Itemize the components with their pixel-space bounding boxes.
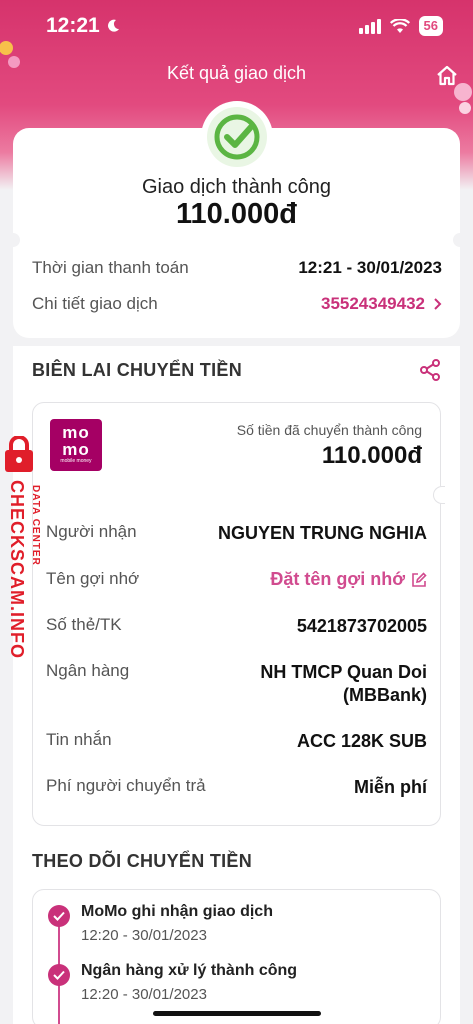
moon-icon: [107, 19, 119, 32]
bank-value: NH TMCP Quan Doi (MBBank): [260, 661, 427, 707]
bank-row: Ngân hàng NH TMCP Quan Doi (MBBank): [46, 661, 427, 707]
bank-short-name: (MBBank): [343, 685, 427, 705]
bank-name: NH TMCP Quan Doi: [260, 662, 427, 682]
fee-value: Miễn phí: [354, 777, 427, 797]
success-check-icon: [207, 107, 267, 167]
momo-logo-text: mo mo: [62, 423, 90, 459]
card-notch: [6, 233, 20, 247]
page-title: Kết quả giao dịch: [166, 63, 307, 83]
step-complete-icon: [48, 905, 70, 927]
transaction-detail-label: Chi tiết giao dịch: [32, 294, 158, 313]
home-indicator[interactable]: [153, 1011, 321, 1016]
message-row: Tin nhắn ACC 128K SUB: [46, 730, 427, 753]
status-time: 12:21: [46, 14, 120, 38]
payment-time-label: Thời gian thanh toán: [32, 258, 189, 277]
recipient-value: NGUYEN TRUNG NGHIA: [217, 523, 427, 543]
set-nickname-button[interactable]: Đặt tên gợi nhớ: [270, 569, 427, 590]
share-icon[interactable]: [418, 358, 442, 382]
transaction-id-link[interactable]: 35524349432: [321, 294, 442, 314]
status-bar: 12:21 56: [0, 0, 473, 52]
account-row: Số thẻ/TK 5421873702005: [46, 615, 427, 638]
sent-amount-value: 110.000đ: [321, 442, 422, 469]
recipient-label: Người nhận: [46, 522, 137, 541]
tracking-step-title: Ngân hàng xử lý thành công: [81, 962, 298, 979]
cellular-signal-icon: [358, 18, 381, 34]
payment-time-row: Thời gian thanh toán 12:21 - 30/01/2023: [32, 258, 442, 278]
step-complete-icon: [48, 964, 70, 986]
receipt-notch: [433, 486, 445, 504]
tracking-section-header: THEO DÕI CHUYỂN TIỀN: [32, 851, 442, 872]
fee-label: Phí người chuyển trả: [46, 776, 206, 795]
battery-indicator: 56: [418, 16, 443, 36]
account-value: 5421873702005: [296, 616, 427, 636]
nickname-label: Tên gợi nhớ: [46, 569, 140, 588]
watermark-lock-icon: [5, 436, 33, 472]
momo-logo-subtext: mobile money: [60, 458, 92, 464]
success-badge: [201, 101, 273, 173]
set-nickname-label: Đặt tên gợi nhớ: [270, 569, 405, 589]
transaction-id: 35524349432: [320, 294, 425, 313]
wifi-icon: [389, 18, 410, 33]
account-label: Số thẻ/TK: [46, 615, 122, 634]
chevron-right-icon: [434, 298, 442, 310]
status-indicators: 56: [358, 16, 443, 36]
edit-icon: [412, 571, 427, 587]
recipient-row: Người nhận NGUYEN TRUNG NGHIA: [46, 522, 427, 545]
bank-label: Ngân hàng: [46, 661, 130, 680]
home-icon[interactable]: [435, 64, 459, 88]
card-notch: [453, 233, 467, 247]
receipt-section-header: BIÊN LAI CHUYỂN TIỀN: [32, 358, 442, 382]
momo-logo: mo mo mobile money: [50, 419, 102, 471]
payment-time-value: 12:21 - 30/01/2023: [298, 258, 442, 277]
sent-amount-label: Số tiền đã chuyển thành công: [236, 422, 422, 438]
fee-row: Phí người chuyển trả Miễn phí: [46, 776, 427, 799]
tracking-step-time: 12:20 - 30/01/2023: [81, 986, 207, 1003]
tracking-step-time: 12:20 - 30/01/2023: [81, 927, 207, 944]
clock-text: 12:21: [46, 14, 100, 37]
tracking-step-title: MoMo ghi nhận giao dịch: [81, 903, 273, 920]
message-label: Tin nhắn: [46, 730, 112, 749]
transaction-status: Giao dịch thành công: [141, 176, 332, 198]
nickname-row: Tên gợi nhớ Đặt tên gợi nhớ: [46, 569, 427, 590]
tracking-section-title: THEO DÕI CHUYỂN TIỀN: [32, 851, 253, 871]
message-value: ACC 128K SUB: [296, 731, 427, 751]
receipt-section-title: BIÊN LAI CHUYỂN TIỀN: [32, 359, 243, 380]
transaction-amount: 110.000đ: [176, 198, 297, 230]
watermark-subtext: DATA CENTER: [30, 485, 41, 566]
transaction-detail-row[interactable]: Chi tiết giao dịch 35524349432: [32, 294, 442, 314]
watermark-text: CHECKSCAM.INFO: [7, 480, 27, 659]
